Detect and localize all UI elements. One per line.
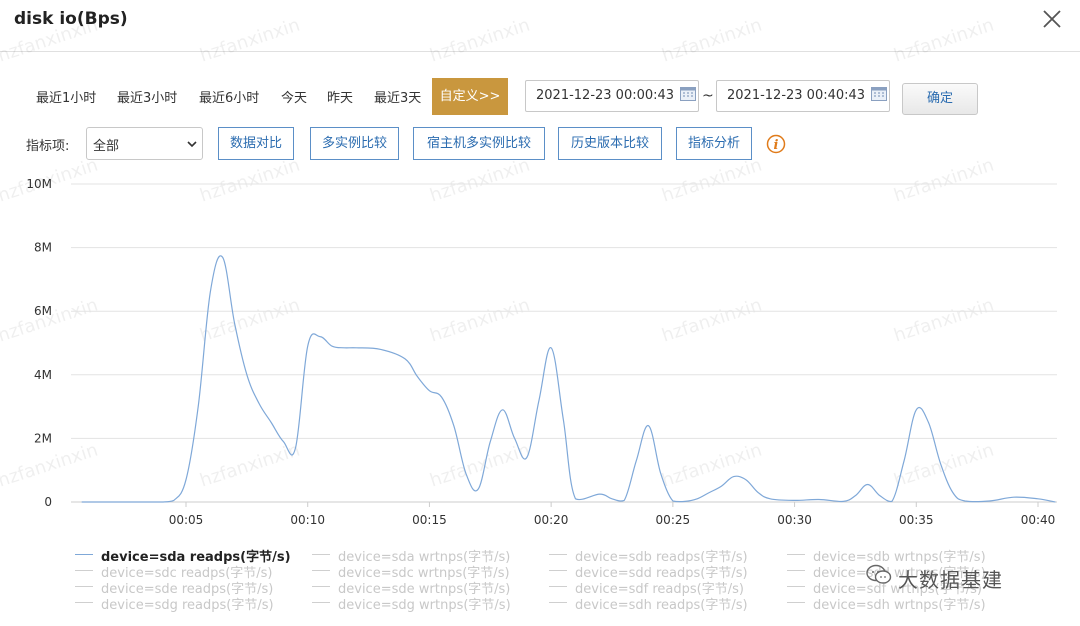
x-tick-label: 00:20 xyxy=(534,513,569,527)
y-tick-label: 8M xyxy=(34,241,52,255)
y-tick-label: 6M xyxy=(34,304,52,318)
close-icon[interactable] xyxy=(1040,7,1064,31)
y-tick-label: 10M xyxy=(26,177,52,191)
metric-select-value: 全部 xyxy=(93,139,120,154)
calendar-icon[interactable] xyxy=(680,86,696,101)
legend-swatch xyxy=(787,602,805,603)
wechat-icon xyxy=(866,564,892,584)
metric-select[interactable]: 全部 xyxy=(86,127,203,160)
host-multi-instance-compare-button[interactable]: 宿主机多实例比较 xyxy=(413,127,545,160)
dialog-header: disk io(Bps) xyxy=(0,0,1080,52)
brand-text: 大数据基建 xyxy=(898,568,1003,592)
y-tick-label: 2M xyxy=(34,431,52,445)
x-tick-label: 00:05 xyxy=(169,513,204,527)
legend-swatch xyxy=(549,570,567,571)
legend-swatch xyxy=(787,586,805,587)
disk-io-chart: 02M4M6M8M10M 00:05 00:10 00:15 00:20 00:25 00… xyxy=(26,177,1057,527)
legend-swatch xyxy=(75,554,93,555)
legend-swatch xyxy=(549,602,567,603)
end-date-field[interactable]: 2021-12-23 00:40:43 xyxy=(716,80,890,112)
legend-label: device=sdg wrtnps(字节/s) xyxy=(338,598,511,613)
history-version-compare-button[interactable]: 历史版本比较 xyxy=(558,127,662,160)
legend-label: device=sdh wrtnps(字节/s) xyxy=(813,598,986,613)
range-last-6h[interactable]: 最近6小时 xyxy=(199,87,259,106)
legend-swatch xyxy=(75,570,93,571)
x-axis-ticks: 00:05 00:10 00:15 00:20 00:25 00:30 00:35 00:40 xyxy=(169,502,1056,527)
x-tick-label: 00:30 xyxy=(777,513,812,527)
legend-swatch xyxy=(312,586,330,587)
start-date-field[interactable]: 2021-12-23 00:00:43 xyxy=(525,80,699,112)
data-compare-button[interactable]: 数据对比 xyxy=(218,127,294,160)
multi-instance-compare-button[interactable]: 多实例比较 xyxy=(310,127,399,160)
series-line-sda-readps xyxy=(81,255,1056,503)
legend-swatch xyxy=(549,586,567,587)
metric-analysis-button[interactable]: 指标分析 xyxy=(676,127,752,160)
legend-swatch xyxy=(75,586,93,587)
range-last-3h[interactable]: 最近3小时 xyxy=(117,87,177,106)
metric-label: 指标项: xyxy=(26,139,70,154)
svg-text:i: i xyxy=(774,138,779,153)
info-icon[interactable]: i xyxy=(766,134,786,154)
chart-grid xyxy=(71,183,1057,503)
y-tick-label: 4M xyxy=(34,368,52,382)
metric-toolbar: 指标项: 全部 数据对比 多实例比较 宿主机多实例比较 历史版本比较 指标分析 … xyxy=(0,127,1080,161)
x-tick-label: 00:15 xyxy=(412,513,447,527)
range-yesterday[interactable]: 昨天 xyxy=(327,87,353,106)
end-date-value: 2021-12-23 00:40:43 xyxy=(727,88,866,103)
range-last-3d[interactable]: 最近3天 xyxy=(374,87,421,106)
x-tick-label: 00:25 xyxy=(656,513,691,527)
custom-range-button[interactable]: 自定义>> xyxy=(432,78,508,115)
start-date-value: 2021-12-23 00:00:43 xyxy=(536,88,675,103)
legend-label: device=sdg readps(字节/s) xyxy=(101,598,274,613)
legend-swatch xyxy=(549,554,567,555)
confirm-button[interactable]: 确定 xyxy=(902,83,978,115)
time-range-bar: 最近1小时 最近3小时 最近6小时 今天 昨天 最近3天 自定义>> 2021-… xyxy=(0,78,1080,116)
x-tick-label: 00:35 xyxy=(899,513,934,527)
range-last-1h[interactable]: 最近1小时 xyxy=(36,87,96,106)
date-separator: ~ xyxy=(702,88,714,104)
legend-swatch xyxy=(312,602,330,603)
y-tick-label: 0 xyxy=(44,495,52,509)
calendar-icon[interactable] xyxy=(871,86,887,101)
x-tick-label: 00:10 xyxy=(290,513,325,527)
chevron-down-icon xyxy=(187,141,197,148)
legend-label: device=sdh readps(字节/s) xyxy=(575,598,748,613)
y-axis-ticks: 0 2M 4M 6M 8M 10M xyxy=(26,177,52,509)
brand-watermark: 大数据基建 xyxy=(866,562,1066,592)
dialog-title: disk io(Bps) xyxy=(14,9,128,29)
legend-swatch xyxy=(787,570,805,571)
legend-swatch xyxy=(312,554,330,555)
legend-swatch xyxy=(75,602,93,603)
x-tick-label: 00:40 xyxy=(1021,513,1056,527)
range-today[interactable]: 今天 xyxy=(281,87,307,106)
legend-swatch xyxy=(312,570,330,571)
legend-swatch xyxy=(787,554,805,555)
